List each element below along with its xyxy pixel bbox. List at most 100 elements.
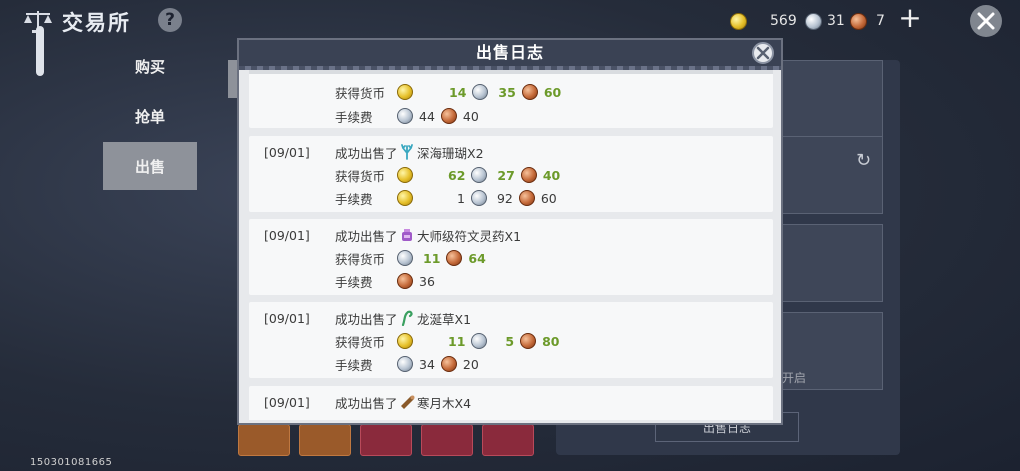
earned-label: 获得货币 [335,85,386,101]
gold-coin-icon [397,84,413,100]
fee-copper: 60 [540,190,557,206]
silver-amount: 31 [827,13,845,29]
sell-slot[interactable] [770,60,883,138]
inventory-item[interactable] [299,424,351,456]
silver-coin-icon [805,12,822,30]
log-entry: [09/01] 成功出售了 龙涎草X1 获得货币 11 5 80 手续费 34 … [249,302,773,378]
add-currency-button[interactable]: + [898,4,922,32]
sold-label: 成功出售了 [335,228,398,244]
close-icon [756,46,770,60]
sell-slot[interactable] [770,224,883,302]
drag-handle[interactable] [36,26,44,76]
earned-gold: 11 [448,333,466,349]
silver-coin-icon [470,190,487,206]
tab-grab-order[interactable]: 抢单 [103,92,197,140]
silver-coin-icon [471,333,488,349]
player-id: 150301081665 [30,457,113,468]
herb-icon [401,310,413,326]
fee-label: 手续费 [335,357,373,373]
silver-coin-icon [397,108,413,124]
earned-silver: 35 [498,84,516,100]
inventory-item[interactable] [360,424,412,456]
entry-cut-edge [249,70,773,74]
fee-label: 手续费 [335,109,373,125]
copper-coin-icon [397,273,413,289]
copper-coin-icon [440,356,457,372]
sell-log-dialog: 出售日志 获得货币 14 35 60 手续费 44 40 [09/01] 成功出… [237,38,783,425]
earned-silver: 5 [505,333,515,349]
earned-label: 获得货币 [335,334,386,350]
fee-gold: 1 [457,190,465,206]
gold-coin-icon [730,12,747,30]
copper-coin-icon [446,250,463,266]
silver-coin-icon [397,250,413,266]
item-name: 寒月木X4 [417,395,472,411]
earned-silver: 27 [497,167,515,183]
copper-balance: 7 [850,10,885,32]
tab-buy[interactable]: 购买 [103,42,197,90]
gold-balance: 569 [730,10,797,32]
gold-coin-icon [397,167,413,183]
fee-copper: 20 [462,356,479,372]
slot-open-label: 开启 [782,371,807,385]
copper-coin-icon [518,190,535,206]
fee-silver: 92 [496,190,513,206]
item-name: 大师级符文灵药X1 [417,228,522,244]
earned-gold: 14 [449,84,467,100]
copper-coin-icon [520,333,537,349]
close-icon [977,12,995,30]
entry-date: [09/01] [264,144,310,160]
copper-coin-icon [521,84,538,100]
silver-coin-icon [471,167,488,183]
tab-sell[interactable]: 出售 [103,142,197,190]
refresh-icon[interactable]: ↻ [856,150,871,171]
close-exchange-button[interactable] [970,5,1002,37]
copper-coin-icon [520,167,537,183]
fee-copper: 36 [419,273,435,289]
copper-amount: 7 [876,13,885,29]
wood-icon [401,395,415,409]
inventory-item[interactable] [421,424,473,456]
earned-copper: 80 [542,333,560,349]
fee-copper: 40 [462,108,479,124]
item-name: 深海珊瑚X2 [417,145,484,161]
silver-coin-icon [397,356,413,372]
sold-label: 成功出售了 [335,145,398,161]
dialog-close-button[interactable] [752,42,774,64]
help-button[interactable]: ? [158,8,182,32]
sell-slot[interactable] [770,136,883,214]
earned-gold: 62 [448,167,466,183]
dialog-title: 出售日志 [239,40,781,66]
sold-label: 成功出售了 [335,311,398,327]
log-list[interactable]: 获得货币 14 35 60 手续费 44 40 [09/01] 成功出售了 深海… [249,70,773,420]
earned-label: 获得货币 [335,168,386,184]
log-entry: [09/01] 成功出售了 寒月木X4 [249,386,773,420]
silver-coin-icon [472,84,489,100]
entry-date: [09/01] [264,310,310,326]
page-title: 交易所 [62,11,131,35]
gold-amount: 569 [770,13,797,29]
fee-silver: 44 [419,108,435,124]
earned-copper: 60 [543,84,562,100]
coral-icon [401,144,413,160]
log-entry: [09/01] 成功出售了 大师级符文灵药X1 获得货币 11 64 手续费 3… [249,219,773,295]
fee-silver: 34 [419,356,435,372]
earned-copper: 40 [542,167,561,183]
log-entry: 获得货币 14 35 60 手续费 44 40 [249,70,773,128]
gold-coin-icon [397,190,413,206]
item-name: 龙涎草X1 [417,311,472,327]
fee-label: 手续费 [335,191,373,207]
gold-coin-icon [397,333,413,349]
top-bar: 交易所 ? 569 31 7 + [0,0,1020,40]
entry-date: [09/01] [264,394,310,410]
potion-icon [402,229,412,241]
fee-label: 手续费 [335,274,373,290]
copper-coin-icon [440,108,457,124]
inventory-item[interactable] [238,424,290,456]
sold-label: 成功出售了 [335,395,398,411]
inventory-item[interactable] [482,424,534,456]
entry-date: [09/01] [264,227,310,243]
earned-copper: 64 [468,250,486,266]
silver-balance: 31 [805,10,845,32]
log-entry: [09/01] 成功出售了 深海珊瑚X2 获得货币 62 27 40 手续费 1… [249,136,773,212]
